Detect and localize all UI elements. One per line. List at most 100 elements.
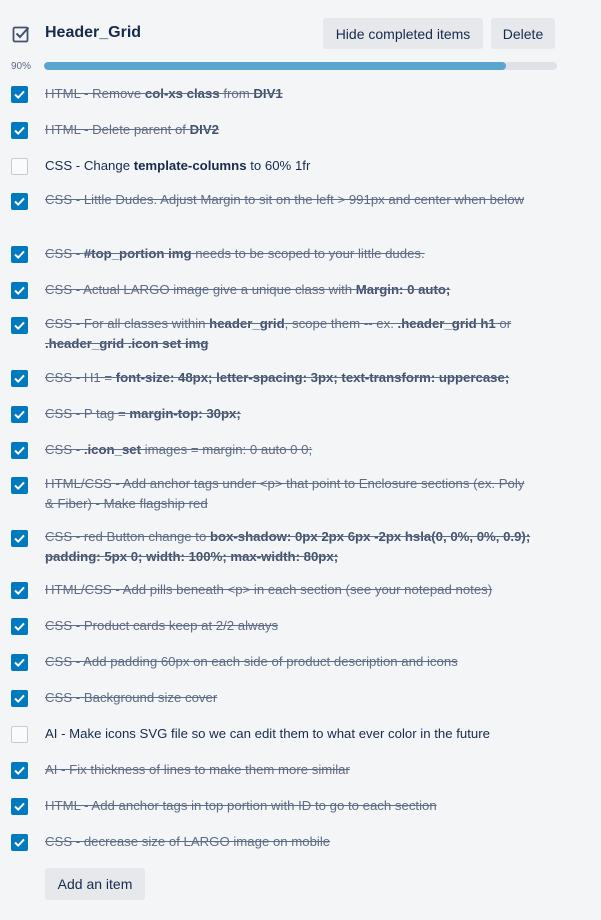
item-text[interactable]: CSS - For all classes within header_grid… — [45, 314, 535, 354]
check-icon — [14, 126, 25, 136]
item-text[interactable]: CSS - P tag = margin-top: 30px; — [45, 404, 535, 424]
item-text-span: CSS - Little Dudes. Adjust Margin to sit… — [45, 192, 525, 207]
item-checkbox[interactable] — [11, 762, 28, 779]
item-checkbox[interactable] — [11, 282, 28, 299]
item-text-span: CSS - Background size cover — [45, 690, 218, 705]
item-text-span: HTML - Add anchor tags in top portion wi… — [45, 798, 437, 813]
item-text[interactable]: HTML - Add anchor tags in top portion wi… — [45, 796, 535, 816]
item-checkbox[interactable] — [11, 618, 28, 635]
item-text-span: or — [495, 316, 512, 331]
item-text[interactable]: CSS - .icon_set images = margin: 0 auto … — [45, 440, 535, 460]
item-text-span: CSS - Add padding 60px on each side of p… — [45, 654, 458, 669]
item-text[interactable]: HTML - Delete parent of DIV2 — [45, 120, 535, 140]
check-icon — [14, 374, 25, 384]
item-checkbox[interactable] — [11, 406, 28, 423]
item-text-bold: Margin: 0 auto; — [355, 282, 451, 297]
item-text[interactable]: HTML/CSS - Add anchor tags under <p> tha… — [45, 474, 535, 514]
check-icon — [14, 481, 25, 491]
check-icon — [14, 838, 25, 848]
item-checkbox[interactable] — [11, 834, 28, 851]
item-text[interactable]: CSS - Add padding 60px on each side of p… — [45, 652, 535, 672]
item-text-span: CSS - For all classes within — [45, 316, 210, 331]
item-text[interactable]: HTML/CSS - Add pills beneath <p> in each… — [45, 580, 535, 600]
add-item-button[interactable]: Add an item — [45, 868, 145, 900]
item-text-bold: template-columns — [133, 158, 247, 173]
check-icon — [14, 321, 25, 331]
check-icon — [14, 250, 25, 260]
item-text-span: CSS - P tag = — [45, 406, 130, 421]
item-text[interactable]: AI - Make icons SVG file so we can edit … — [45, 724, 535, 744]
item-text-span: , scope them -- ex. — [284, 316, 398, 331]
item-text-span: needs to be scoped to your little dudes. — [191, 246, 425, 261]
item-text-span: to 60% 1fr — [246, 158, 311, 173]
item-checkbox[interactable] — [11, 726, 28, 743]
hide-completed-button[interactable]: Hide completed items — [323, 18, 483, 49]
check-icon — [14, 766, 25, 776]
check-icon — [14, 286, 25, 296]
item-text-span: HTML - Delete parent of — [45, 122, 190, 137]
checklist-title[interactable]: Header_Grid — [45, 24, 141, 42]
item-text-bold: font-size: 48px; letter-spacing: 3px; te… — [115, 370, 510, 385]
check-icon — [14, 90, 25, 100]
progress-bar — [44, 62, 557, 70]
item-checkbox[interactable] — [11, 122, 28, 139]
item-text-span: CSS - Product cards keep at 2/2 always — [45, 618, 279, 633]
item-text-span: CSS - Actual LARGO image give a unique c… — [45, 282, 356, 297]
progress-bar-fill — [44, 62, 506, 70]
item-text-span: HTML - Remove — [45, 86, 145, 101]
item-checkbox[interactable] — [11, 530, 28, 547]
item-text[interactable]: CSS - Product cards keep at 2/2 always — [45, 616, 535, 636]
item-text-bold: header_grid — [209, 316, 285, 331]
item-text-span: HTML/CSS - Add anchor tags under <p> tha… — [45, 476, 525, 511]
item-text[interactable]: CSS - Background size cover — [45, 688, 535, 708]
item-checkbox[interactable] — [11, 654, 28, 671]
item-checkbox[interactable] — [11, 158, 28, 175]
check-icon — [14, 658, 25, 668]
item-text-span: images = margin: 0 auto 0 0; — [141, 442, 313, 457]
item-text-bold: .header_grid .icon set img — [45, 336, 209, 351]
item-checkbox[interactable] — [11, 370, 28, 387]
item-checkbox[interactable] — [11, 317, 28, 334]
item-text[interactable]: CSS - H1 = font-size: 48px; letter-spaci… — [45, 368, 535, 388]
item-text-span: HTML/CSS - Add pills beneath <p> in each… — [45, 582, 493, 597]
item-text[interactable]: AI - Fix thickness of lines to make them… — [45, 760, 535, 780]
item-checkbox[interactable] — [11, 442, 28, 459]
item-text-bold: margin-top: 30px; — [129, 406, 241, 421]
delete-button[interactable]: Delete — [491, 18, 555, 49]
check-icon — [14, 586, 25, 596]
item-text[interactable]: CSS - decrease size of LARGO image on mo… — [45, 832, 535, 852]
item-checkbox[interactable] — [11, 582, 28, 599]
item-checkbox[interactable] — [11, 798, 28, 815]
item-checkbox[interactable] — [11, 477, 28, 494]
check-icon — [14, 534, 25, 544]
check-icon — [14, 197, 25, 207]
item-text-bold: DIV1 — [253, 86, 283, 101]
item-text-span: CSS - red Button change to — [45, 529, 210, 544]
item-text[interactable]: CSS - Actual LARGO image give a unique c… — [45, 280, 535, 300]
item-text-span: from — [219, 86, 254, 101]
item-text-span: AI - Make icons SVG file so we can edit … — [45, 726, 490, 741]
check-icon — [14, 622, 25, 632]
check-icon — [14, 446, 25, 456]
item-text[interactable]: CSS - Change template-columns to 60% 1fr — [45, 156, 535, 176]
item-text[interactable]: CSS - red Button change to box-shadow: 0… — [45, 527, 535, 567]
item-text[interactable]: CSS - #top_portion img needs to be scope… — [45, 244, 535, 264]
checklist-icon — [12, 26, 30, 43]
item-text-bold: col-xs class — [144, 86, 220, 101]
checklist-header: Header_Grid Hide completed items Delete … — [0, 0, 601, 72]
item-checkbox[interactable] — [11, 193, 28, 210]
item-text-bold: .icon_set — [83, 442, 142, 457]
item-checkbox[interactable] — [11, 690, 28, 707]
item-text[interactable]: CSS - Little Dudes. Adjust Margin to sit… — [45, 190, 535, 210]
item-checkbox[interactable] — [11, 86, 28, 103]
check-icon — [14, 694, 25, 704]
item-text-span: CSS - — [45, 442, 84, 457]
check-icon — [14, 802, 25, 812]
item-text-bold: .header_grid h1 — [397, 316, 496, 331]
item-checkbox[interactable] — [11, 246, 28, 263]
item-text[interactable]: HTML - Remove col-xs class from DIV1 — [45, 84, 535, 104]
item-text-bold: #top_portion img — [83, 246, 192, 261]
item-text-span: CSS - Change — [45, 158, 134, 173]
item-text-span: AI - Fix thickness of lines to make them… — [45, 762, 350, 777]
check-icon — [14, 410, 25, 420]
